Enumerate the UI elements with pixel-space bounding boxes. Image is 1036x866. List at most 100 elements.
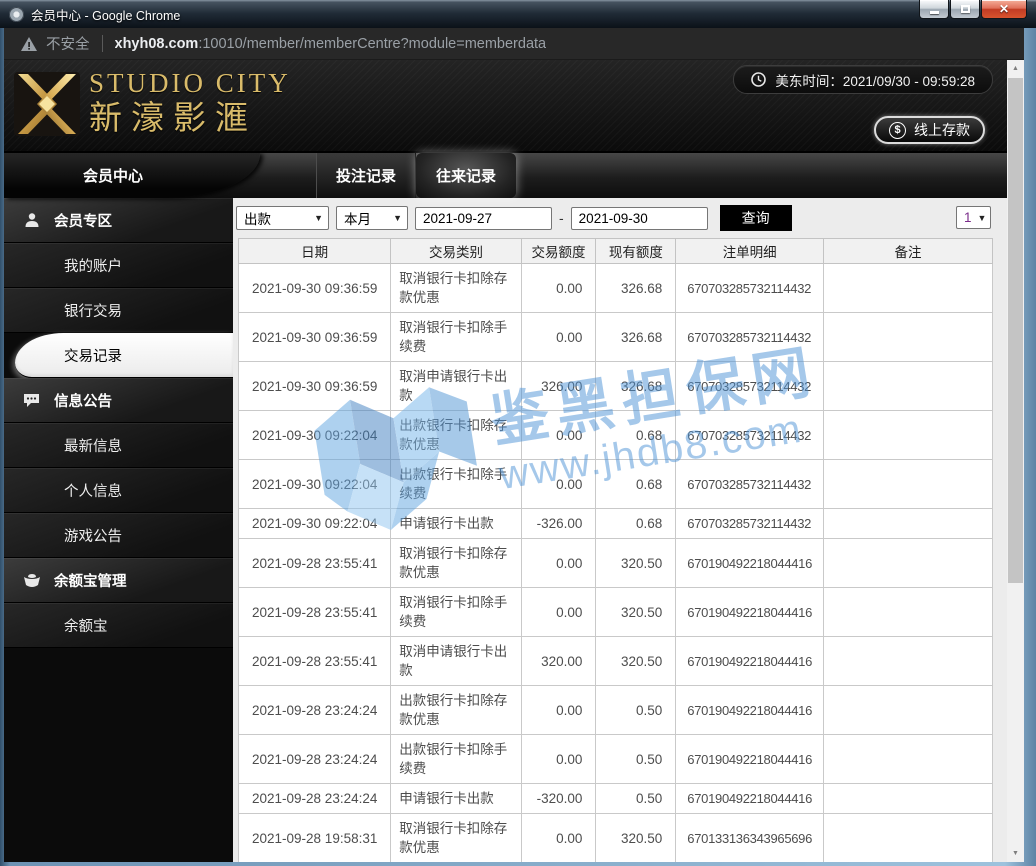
address-divider xyxy=(101,35,103,52)
tab-transaction-records[interactable]: 往来记录 xyxy=(416,153,516,198)
close-button[interactable]: ✕ xyxy=(981,0,1027,19)
browser-window: 会员中心 - Google Chrome ✕ 不安全 xhyh08.com:10… xyxy=(0,0,1036,866)
cell-order-detail: 670190492218044416 xyxy=(675,734,825,784)
cell-note xyxy=(823,538,993,588)
sidebar-section-yuebao[interactable]: 余额宝管理 xyxy=(4,558,233,603)
cell-amount: 0.00 xyxy=(520,312,597,362)
main-content: 出款 ▼ 本月 ▼ - 查询 xyxy=(233,198,1007,862)
page-scrollbar[interactable]: ▲ ▼ xyxy=(1007,60,1024,862)
sidebar-item-transaction-records[interactable]: 交易记录 xyxy=(15,333,233,378)
cell-order-detail: 670190492218044416 xyxy=(675,587,825,637)
deposit-label: 线上存款 xyxy=(914,122,970,138)
sidebar-section-announcements[interactable]: 信息公告 xyxy=(4,378,233,423)
cell-date: 2021-09-30 09:22:04 xyxy=(237,410,392,460)
cell-note xyxy=(823,459,993,509)
sidebar-item-bank-transactions[interactable]: 银行交易 xyxy=(4,288,233,333)
cell-type: 出款银行卡扣除手续费 xyxy=(390,734,522,784)
date-from-input[interactable] xyxy=(415,206,552,230)
cell-order-detail: 670703285732114432 xyxy=(675,410,825,460)
cell-amount: 0.00 xyxy=(520,685,597,735)
restore-icon xyxy=(960,5,970,13)
page-select-value: 1 xyxy=(964,210,972,225)
message-icon xyxy=(22,393,41,408)
cell-date: 2021-09-30 09:22:04 xyxy=(237,508,392,539)
cell-balance: 326.68 xyxy=(595,263,677,313)
cell-balance: 326.68 xyxy=(595,312,677,362)
cell-balance: 320.50 xyxy=(595,636,677,686)
cell-type: 取消申请银行卡出款 xyxy=(390,361,522,411)
cell-type: 取消申请银行卡出款 xyxy=(390,636,522,686)
cell-order-detail: 670703285732114432 xyxy=(675,312,825,362)
window-title: 会员中心 - Google Chrome xyxy=(31,8,181,23)
cell-type: 申请银行卡出款 xyxy=(390,783,522,814)
date-to-input[interactable] xyxy=(570,206,708,230)
cell-order-detail: 670190492218044416 xyxy=(675,636,825,686)
col-header-balance: 现有额度 xyxy=(595,238,677,264)
cell-order-detail: 670703285732114432 xyxy=(675,263,825,313)
close-icon: ✕ xyxy=(998,2,1010,16)
sidebar-item-my-account[interactable]: 我的账户 xyxy=(4,243,233,288)
table-row: 2021-09-28 23:24:24 申请银行卡出款 -320.00 0.50… xyxy=(237,783,993,814)
table-row: 2021-09-30 09:36:59 取消申请银行卡出款 326.00 326… xyxy=(237,361,993,411)
cell-type: 取消银行卡扣除存款优惠 xyxy=(390,538,522,588)
studio-city-logo-icon xyxy=(14,71,80,136)
chevron-down-icon: ▼ xyxy=(393,213,402,223)
cell-note xyxy=(823,312,993,362)
cell-note xyxy=(823,263,993,313)
cell-type: 出款银行卡扣除存款优惠 xyxy=(390,410,522,460)
cell-type: 出款银行卡扣除手续费 xyxy=(390,459,522,509)
record-tabs: 投注记录 往来记录 xyxy=(316,153,516,198)
period-select[interactable]: 本月 ▼ xyxy=(336,206,408,230)
cell-balance: 326.68 xyxy=(595,361,677,411)
tab-betting-records[interactable]: 投注记录 xyxy=(316,153,416,198)
sidebar-item-latest-news[interactable]: 最新信息 xyxy=(4,423,233,468)
table-row: 2021-09-28 23:55:41 取消申请银行卡出款 320.00 320… xyxy=(237,636,993,686)
period-select-value: 本月 xyxy=(344,212,371,227)
col-header-amount: 交易额度 xyxy=(520,238,597,264)
site-logo: STUDIO CITY 新濠影滙 xyxy=(14,69,291,138)
cell-amount: 0.00 xyxy=(520,813,597,862)
date-range-separator: - xyxy=(559,210,564,226)
page-select[interactable]: 1 ▼ xyxy=(956,206,991,229)
sidebar-section-member-zone[interactable]: 会员专区 xyxy=(4,198,233,243)
transaction-type-select[interactable]: 出款 ▼ xyxy=(236,206,329,230)
cell-type: 取消银行卡扣除手续费 xyxy=(390,312,522,362)
restore-button[interactable] xyxy=(950,0,980,19)
server-time: 美东时间：2021/09/30 - 09:59:28 xyxy=(733,65,993,94)
url-text[interactable]: xhyh08.com:10010/member/memberCentre?mod… xyxy=(115,36,547,52)
cell-balance: 320.50 xyxy=(595,813,677,862)
cell-date: 2021-09-30 09:36:59 xyxy=(237,312,392,362)
minimize-button[interactable] xyxy=(919,0,949,19)
cell-balance: 320.50 xyxy=(595,538,677,588)
cell-balance: 0.68 xyxy=(595,410,677,460)
cell-balance: 0.68 xyxy=(595,459,677,509)
sidebar-item-personal-messages[interactable]: 个人信息 xyxy=(4,468,233,513)
scroll-down-icon[interactable]: ▼ xyxy=(1007,845,1024,862)
cell-date: 2021-09-30 09:36:59 xyxy=(237,361,392,411)
cell-date: 2021-09-30 09:22:04 xyxy=(237,459,392,509)
col-header-order-detail: 注单明细 xyxy=(675,238,825,264)
scrollbar-thumb[interactable] xyxy=(1008,78,1023,583)
cell-amount: 0.00 xyxy=(520,587,597,637)
col-header-date: 日期 xyxy=(237,238,392,264)
search-button[interactable]: 查询 xyxy=(719,205,792,231)
sidebar-filler xyxy=(4,648,233,862)
type-select-value: 出款 xyxy=(244,212,271,227)
cell-type: 出款银行卡扣除存款优惠 xyxy=(390,685,522,735)
member-center-header[interactable]: 会员中心 xyxy=(4,153,260,198)
online-deposit-button[interactable]: $ 线上存款 xyxy=(874,116,985,144)
table-row: 2021-09-30 09:36:59 取消银行卡扣除手续费 0.00 326.… xyxy=(237,312,993,362)
chrome-icon xyxy=(9,6,24,22)
cell-note xyxy=(823,734,993,784)
minimize-icon xyxy=(929,10,939,14)
sidebar-item-game-announcements[interactable]: 游戏公告 xyxy=(4,513,233,558)
table-row: 2021-09-30 09:22:04 出款银行卡扣除存款优惠 0.00 0.6… xyxy=(237,410,993,460)
sidebar-item-yuebao[interactable]: 余额宝 xyxy=(4,603,233,648)
server-time-text: 美东时间：2021/09/30 - 09:59:28 xyxy=(775,73,975,89)
cell-note xyxy=(823,813,993,862)
cell-type: 取消银行卡扣除手续费 xyxy=(390,587,522,637)
cell-balance: 320.50 xyxy=(595,587,677,637)
table-row: 2021-09-28 19:58:31 取消银行卡扣除存款优惠 0.00 320… xyxy=(237,813,993,862)
address-bar[interactable]: 不安全 xhyh08.com:10010/member/memberCentre… xyxy=(4,28,1024,60)
scroll-up-icon[interactable]: ▲ xyxy=(1007,60,1024,77)
